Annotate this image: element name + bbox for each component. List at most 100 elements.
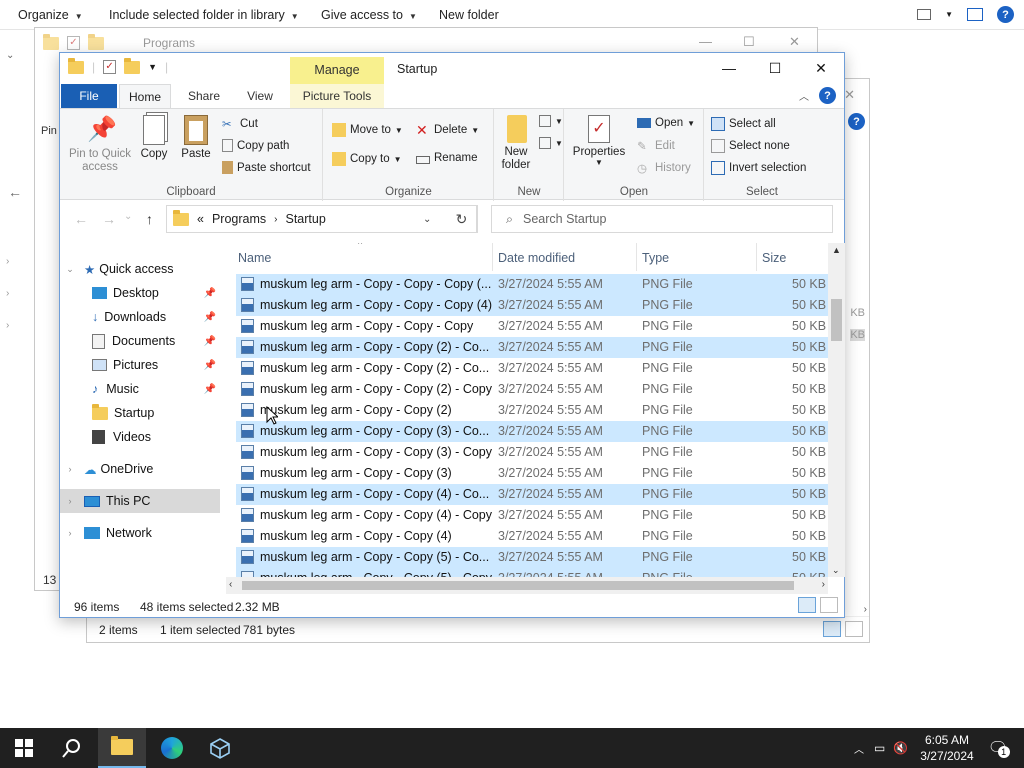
recent-locations-icon[interactable]: ⌄	[124, 211, 132, 222]
open-button[interactable]: Open ▼	[637, 117, 695, 129]
file-row[interactable]: muskum leg arm - Copy - Copy (4) - Co...…	[236, 484, 828, 505]
breadcrumb-startup[interactable]: Startup	[285, 212, 325, 226]
file-row[interactable]: muskum leg arm - Copy - Copy - Copy (...…	[236, 274, 828, 295]
expand-icon[interactable]: ›	[6, 288, 9, 299]
tab-share[interactable]: Share	[180, 84, 228, 108]
show-hidden-icons[interactable]: ︿	[854, 741, 864, 756]
easy-access-button[interactable]: ▼	[539, 137, 563, 149]
file-row[interactable]: muskum leg arm - Copy - Copy - Copy (4) 3…	[236, 295, 828, 316]
new-folder-button[interactable]: New folder	[497, 115, 537, 172]
properties-icon[interactable]: ✓	[67, 36, 80, 50]
file-row[interactable]: muskum leg arm - Copy - Copy (4) 3/27/202…	[236, 526, 828, 547]
new-folder-icon[interactable]	[124, 57, 141, 74]
move-to-button[interactable]: Move to ▼	[332, 123, 403, 137]
tab-view[interactable]: View	[236, 84, 284, 108]
address-bar[interactable]: « Programs › Startup ⌄	[166, 205, 478, 233]
back-arrow-icon[interactable]: ←	[74, 211, 88, 227]
close-icon[interactable]: ✕	[844, 87, 855, 103]
details-view-icon[interactable]	[823, 621, 841, 637]
maximize-icon[interactable]: ☐	[743, 34, 755, 50]
explorer-window-startup[interactable]: | ✓ ▼ | Manage Startup — ☐ ✕ File Home S…	[59, 52, 845, 618]
bg-organize-menu[interactable]: Organize ▼	[18, 8, 83, 22]
chevron-right-icon[interactable]: ›	[64, 464, 76, 474]
breadcrumb-programs[interactable]: Programs	[212, 212, 266, 226]
horizontal-scrollbar[interactable]: ‹ ›	[226, 577, 828, 594]
expand-icon[interactable]: ›	[6, 320, 9, 331]
help-icon[interactable]: ?	[997, 6, 1014, 23]
breadcrumb-chevron-icon[interactable]: ›	[274, 214, 277, 225]
nav-videos[interactable]: Videos	[60, 425, 220, 449]
collapse-ribbon-icon[interactable]: ︿	[799, 88, 809, 103]
column-separator[interactable]	[492, 243, 493, 271]
manage-tab[interactable]: Manage	[290, 57, 384, 84]
copy-button[interactable]: Copy	[138, 115, 170, 160]
nav-music[interactable]: ♪ Music 📌	[60, 377, 220, 401]
file-row[interactable]: muskum leg arm - Copy - Copy (5) - Co...…	[236, 547, 828, 568]
scroll-down-icon[interactable]: ⌄	[832, 565, 840, 576]
copy-to-button[interactable]: Copy to ▼	[332, 152, 402, 166]
volume-muted-icon[interactable]: 🔇	[893, 741, 908, 755]
search-button[interactable]	[48, 728, 96, 768]
delete-button[interactable]: ✕ Delete ▼	[416, 123, 479, 137]
select-all-button[interactable]: Select all	[711, 117, 776, 131]
pin-icon[interactable]: 📌	[204, 312, 216, 323]
file-row[interactable]: muskum leg arm - Copy - Copy (3) 3/27/202…	[236, 463, 828, 484]
new-folder-icon[interactable]	[88, 33, 104, 50]
horizontal-scroll-thumb[interactable]	[242, 581, 794, 590]
file-row[interactable]: muskum leg arm - Copy - Copy (2) 3/27/202…	[236, 400, 828, 421]
paste-shortcut-button[interactable]: Paste shortcut	[222, 161, 311, 174]
file-row[interactable]: muskum leg arm - Copy - Copy (2) - Co...…	[236, 337, 828, 358]
copy-path-button[interactable]: Copy path	[222, 139, 289, 152]
forward-arrow-icon[interactable]: →	[102, 211, 116, 227]
start-button[interactable]	[0, 728, 48, 768]
nav-quick-access[interactable]: ⌄ ★ Quick access	[60, 257, 220, 281]
nav-desktop[interactable]: Desktop 📌	[60, 281, 220, 305]
invert-selection-button[interactable]: Invert selection	[711, 161, 806, 175]
back-arrow-icon[interactable]: ←	[8, 184, 22, 200]
rename-button[interactable]: Rename	[416, 152, 477, 164]
title-bar[interactable]: | ✓ ▼ | Manage Startup — ☐ ✕	[60, 53, 844, 84]
edit-button[interactable]: ✎ Edit	[637, 139, 675, 153]
column-separator[interactable]	[636, 243, 637, 271]
pin-icon[interactable]: 📌	[204, 288, 216, 299]
paste-button[interactable]: Paste	[178, 115, 214, 160]
expand-icon[interactable]: ›	[6, 256, 9, 267]
file-row[interactable]: muskum leg arm - Copy - Copy (4) - Copy 3…	[236, 505, 828, 526]
file-row[interactable]: muskum leg arm - Copy - Copy (2) - Copy 3…	[236, 379, 828, 400]
address-dropdown-icon[interactable]: ⌄	[423, 214, 431, 225]
scroll-right-icon[interactable]: ›	[822, 579, 825, 590]
taskbar-edge[interactable]	[148, 728, 196, 768]
properties-icon[interactable]: ✓	[103, 60, 117, 74]
tab-home[interactable]: Home	[119, 84, 171, 108]
column-date-modified[interactable]: Date modified	[498, 247, 575, 269]
large-icons-view-icon[interactable]	[845, 621, 863, 637]
search-input[interactable]: ⌕ Search Startup	[491, 205, 833, 233]
up-arrow-icon[interactable]: ↑	[146, 211, 153, 227]
pin-icon[interactable]: 📌	[204, 336, 216, 347]
bg-new-folder-button[interactable]: New folder	[439, 8, 499, 22]
pin-icon[interactable]: 📌	[204, 360, 216, 371]
column-separator[interactable]	[756, 243, 757, 271]
history-button[interactable]: ◷ History	[637, 161, 691, 175]
scroll-right-icon[interactable]: ›	[864, 604, 867, 615]
chevron-right-icon[interactable]: ›	[64, 528, 76, 538]
scroll-left-icon[interactable]: ‹	[229, 579, 232, 590]
nav-network[interactable]: › Network	[60, 521, 220, 545]
chevron-down-icon[interactable]: ⌄	[6, 50, 14, 61]
properties-button[interactable]: ✓ Properties ▼	[571, 115, 627, 167]
new-item-button[interactable]: ▼	[539, 115, 563, 127]
minimize-button[interactable]: —	[706, 53, 752, 83]
column-type[interactable]: Type	[642, 247, 669, 269]
large-icons-view-icon[interactable]	[820, 597, 838, 613]
clock[interactable]: 6:05 AM 3/27/2024	[920, 732, 973, 764]
vertical-scrollbar[interactable]: ▲ ⌄	[828, 243, 845, 577]
taskbar-app[interactable]	[196, 728, 244, 768]
notifications-button[interactable]: 🗨 1	[988, 738, 1010, 758]
pin-icon[interactable]: 📌	[204, 384, 216, 395]
file-row[interactable]: muskum leg arm - Copy - Copy (3) - Copy 3…	[236, 442, 828, 463]
file-row[interactable]: muskum leg arm - Copy - Copy (2) - Co...…	[236, 358, 828, 379]
scroll-up-icon[interactable]: ▲	[832, 245, 841, 255]
chevron-right-icon[interactable]: ›	[64, 496, 76, 506]
bg-include-menu[interactable]: Include selected folder in library ▼	[109, 8, 299, 22]
taskbar-file-explorer[interactable]	[98, 728, 146, 768]
